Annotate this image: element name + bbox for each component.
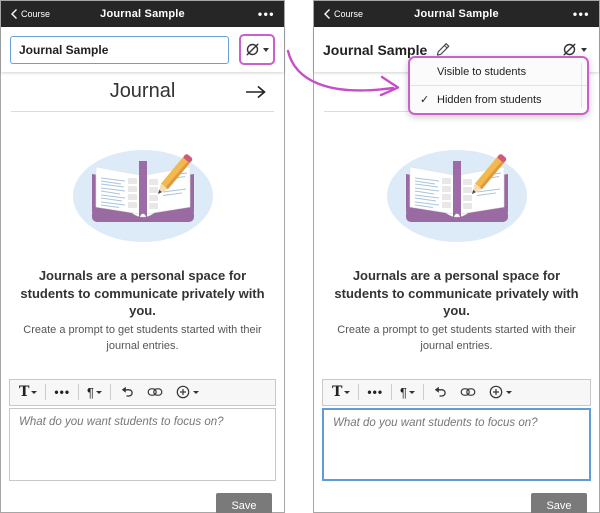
caret-down-icon: [506, 391, 512, 394]
menu-item-label: Visible to students: [437, 66, 526, 78]
sub-text: Create a prompt to get students started …: [336, 323, 577, 355]
lead-text: Journals are a personal space for studen…: [324, 267, 589, 320]
back-label: Course: [21, 9, 50, 19]
caret-down-icon: [409, 391, 415, 394]
caret-down-icon: [344, 391, 350, 394]
journal-heading: Journal: [110, 80, 176, 103]
eye-hidden-icon: [562, 42, 577, 57]
toolbar-separator: [423, 384, 424, 400]
journal-title-text: Journal Sample: [323, 42, 427, 58]
caret-down-icon: [263, 48, 269, 52]
right-arrow-icon[interactable]: [244, 84, 267, 100]
text-style-button[interactable]: T: [13, 380, 43, 405]
chevron-left-icon: [323, 8, 331, 20]
menu-item-visible[interactable]: Visible to students: [410, 58, 587, 85]
save-button[interactable]: Save: [216, 493, 272, 513]
journal-book-illustration: [382, 132, 532, 250]
prompt-textarea-focused[interactable]: [322, 408, 591, 481]
section-divider: [11, 111, 274, 112]
visibility-button-highlighted[interactable]: [239, 34, 275, 65]
panel-edit-title: Course Journal Sample ••• Journal Journa…: [0, 0, 285, 513]
undo-icon: [432, 384, 448, 400]
toolbar-separator: [358, 384, 359, 400]
edit-title-button[interactable]: [436, 42, 451, 57]
editor-toolbar: T ••• ¶: [9, 379, 276, 406]
journal-title-input[interactable]: [10, 36, 229, 64]
caret-down-icon: [193, 391, 199, 394]
menu-item-label: Hidden from students: [437, 94, 542, 106]
insert-link-button[interactable]: [141, 380, 169, 405]
prompt-editor: T ••• ¶: [322, 379, 591, 481]
link-icon: [460, 384, 476, 400]
screenshot-stage: Course Journal Sample ••• Journal Journa…: [0, 0, 600, 513]
toolbar-separator: [45, 384, 46, 400]
app-header: Course Journal Sample •••: [1, 1, 284, 27]
chevron-left-icon: [10, 8, 18, 20]
sub-text: Create a prompt to get students started …: [23, 323, 262, 355]
caret-down-icon: [96, 391, 102, 394]
checkmark-icon: ✓: [420, 93, 437, 106]
undo-button[interactable]: [426, 380, 454, 405]
overflow-menu-icon[interactable]: •••: [573, 7, 590, 21]
text-style-button[interactable]: T: [326, 380, 356, 405]
lead-text: Journals are a personal space for studen…: [11, 267, 274, 320]
eye-hidden-icon: [245, 42, 260, 57]
undo-icon: [119, 384, 135, 400]
editor-footer: Save: [326, 493, 587, 513]
journal-heading-row[interactable]: Journal: [1, 72, 284, 111]
app-header: Course Journal Sample •••: [314, 1, 599, 27]
insert-content-button[interactable]: [169, 380, 205, 405]
more-options-button[interactable]: •••: [48, 380, 76, 405]
toolbar-separator: [110, 384, 111, 400]
plus-circle-icon: [175, 384, 191, 400]
caret-down-icon: [31, 391, 37, 394]
back-button[interactable]: Course: [323, 8, 363, 20]
title-row: [1, 27, 284, 72]
overflow-menu-icon[interactable]: •••: [258, 7, 275, 21]
link-icon: [147, 384, 163, 400]
insert-content-button[interactable]: [482, 380, 518, 405]
illustration-wrap: [1, 132, 284, 252]
menu-item-hidden[interactable]: ✓ Hidden from students: [410, 86, 587, 113]
prompt-textarea[interactable]: [9, 408, 276, 481]
paragraph-button[interactable]: ¶: [81, 380, 108, 405]
undo-button[interactable]: [113, 380, 141, 405]
plus-circle-icon: [488, 384, 504, 400]
visibility-dropdown-menu: Visible to students ✓ Hidden from studen…: [408, 56, 589, 115]
back-button[interactable]: Course: [10, 8, 50, 20]
save-button[interactable]: Save: [531, 493, 587, 513]
journal-book-illustration: [68, 132, 218, 250]
pencil-edit-icon: [436, 42, 451, 57]
more-options-button[interactable]: •••: [361, 380, 389, 405]
toolbar-separator: [78, 384, 79, 400]
paragraph-button[interactable]: ¶: [394, 380, 421, 405]
illustration-wrap: [314, 132, 599, 252]
caret-down-icon: [581, 48, 587, 52]
back-label: Course: [334, 9, 363, 19]
editor-toolbar: T ••• ¶: [322, 379, 591, 406]
prompt-editor: T ••• ¶: [9, 379, 276, 481]
editor-footer: Save: [13, 493, 272, 513]
insert-link-button[interactable]: [454, 380, 482, 405]
toolbar-separator: [391, 384, 392, 400]
